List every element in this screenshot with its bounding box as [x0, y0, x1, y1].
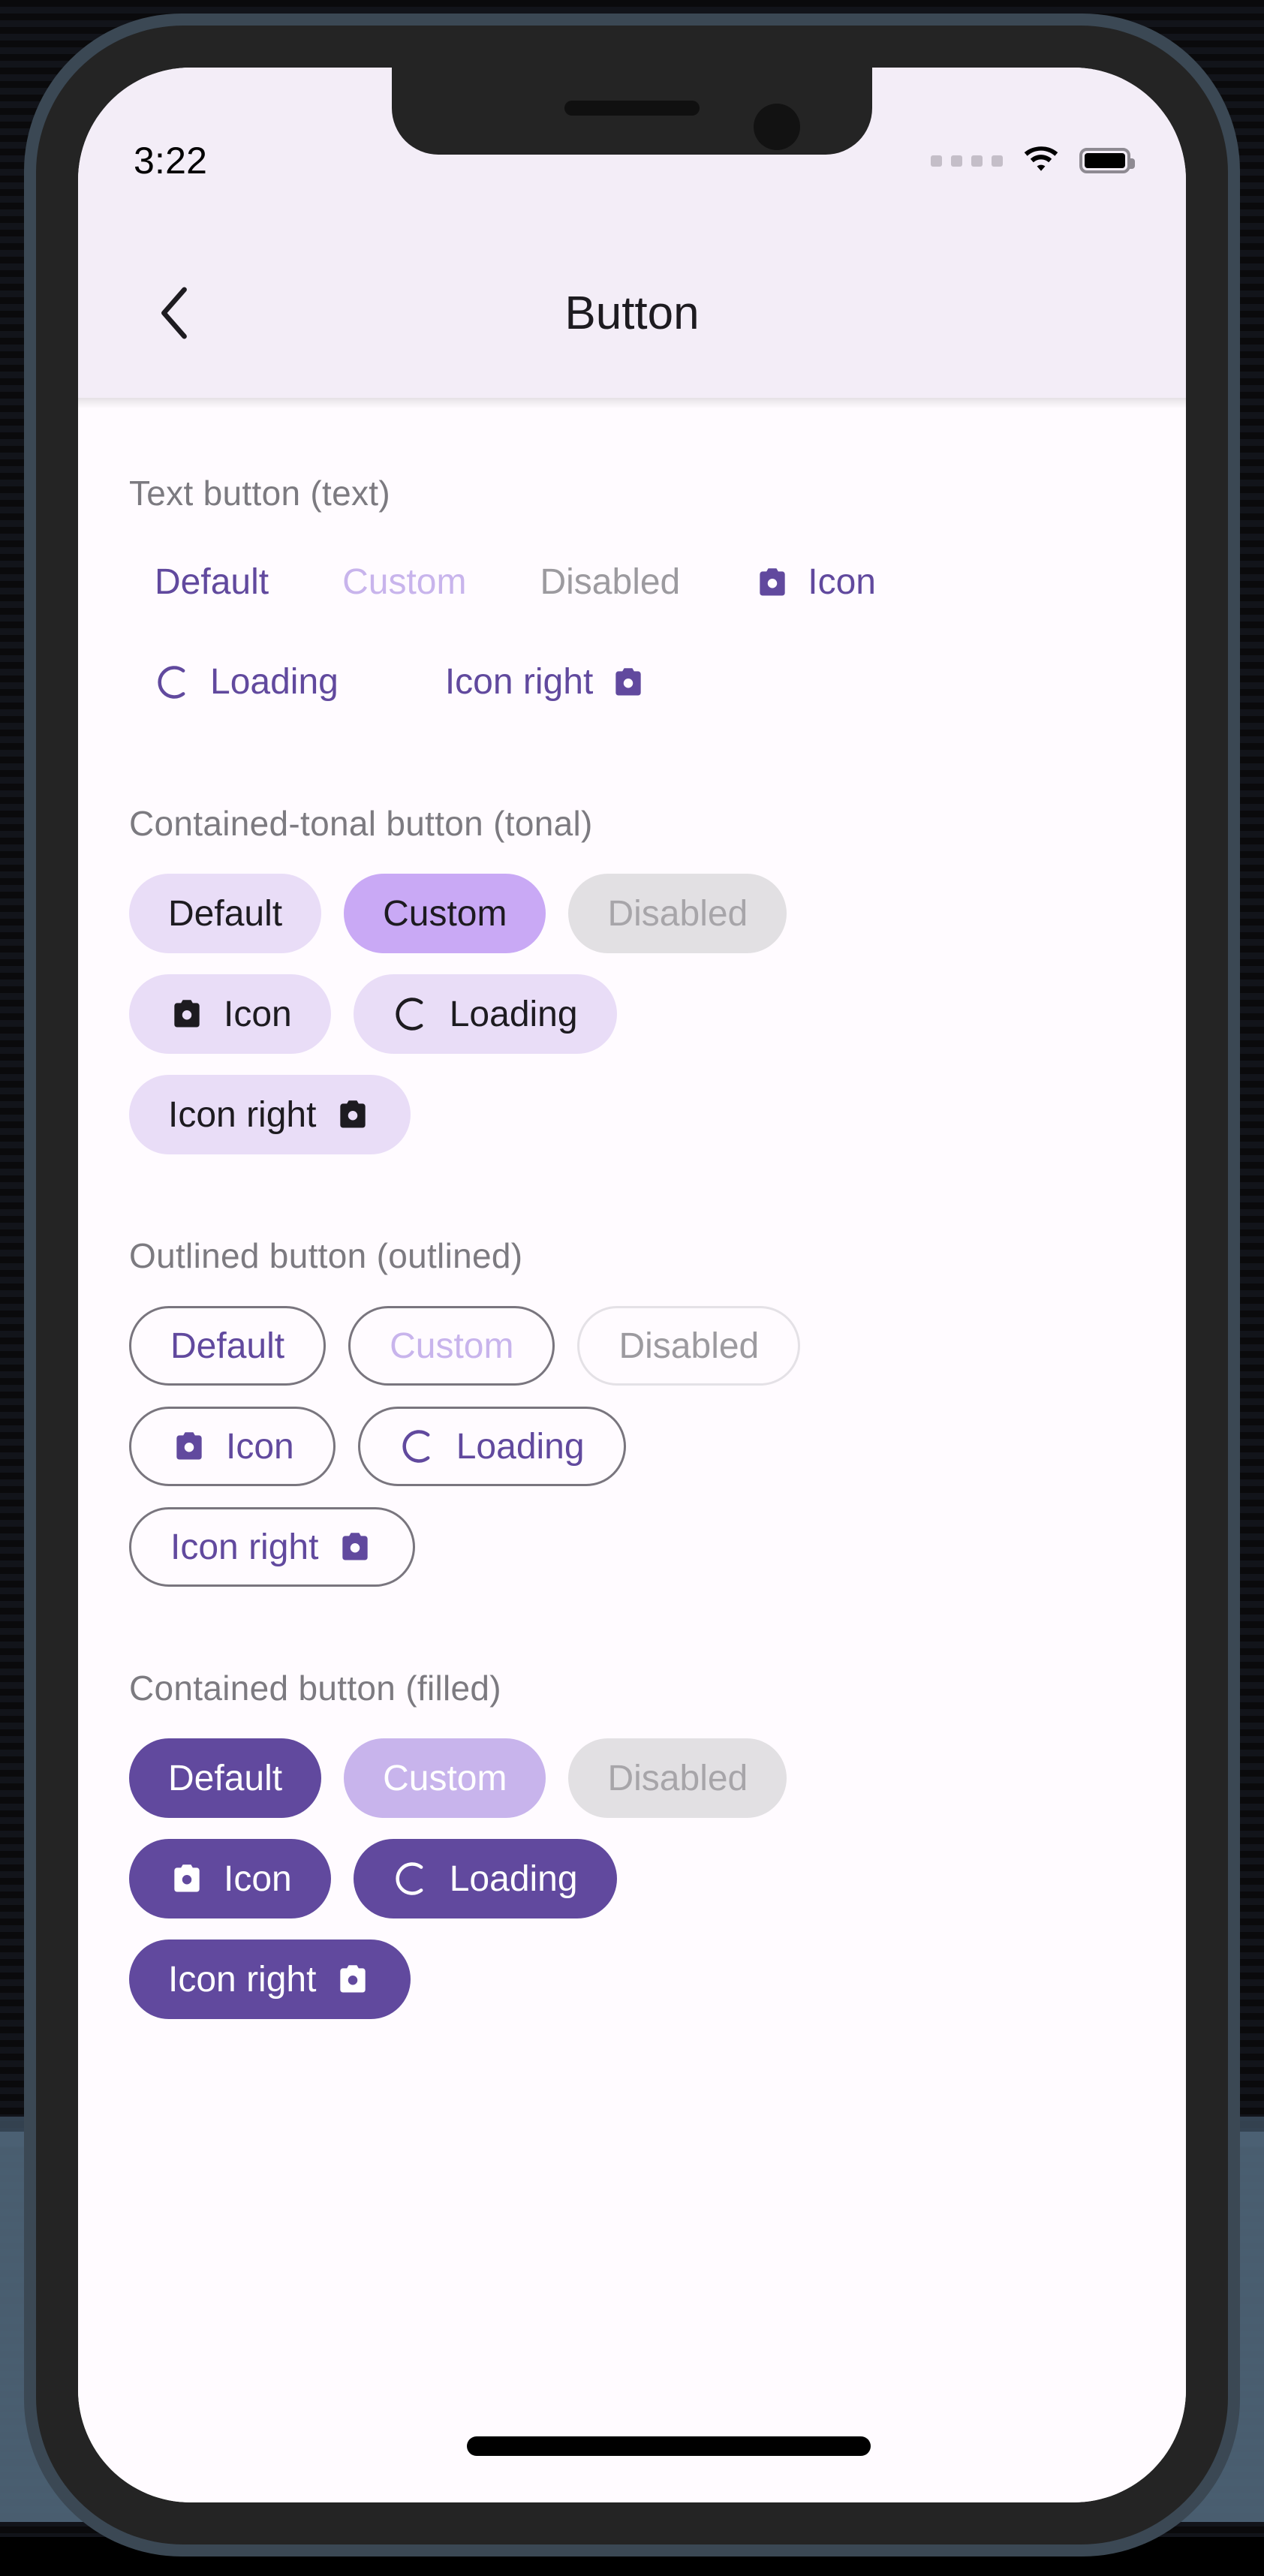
button-label: Default [168, 893, 283, 934]
status-bar-indicators [931, 146, 1135, 175]
button-label: Loading [210, 662, 339, 702]
button-label: Default [168, 1758, 283, 1798]
phone-frame: 3:22 Button Text button (text) Default C… [24, 14, 1240, 2556]
camera-icon [168, 1860, 206, 1897]
text-button-default[interactable]: Default [129, 542, 294, 622]
filled-button-loading[interactable]: Loading [353, 1839, 617, 1918]
section-title-text: Text button (text) [129, 474, 390, 513]
text-button-loading[interactable]: Loading [129, 642, 364, 722]
spinner-icon [393, 1859, 432, 1898]
text-button-disabled: Disabled [514, 542, 706, 622]
button-sections: Text button (text) Default Custom Disabled I… [78, 473, 1186, 2019]
button-label: Loading [449, 994, 578, 1034]
camera-icon [170, 1428, 208, 1465]
section-title-filled: Contained button (filled) [129, 1669, 501, 1708]
button-label: Icon right [170, 1527, 319, 1567]
button-label: Custom [383, 1758, 507, 1798]
outlined-button-disabled: Disabled [577, 1306, 801, 1386]
text-button-icon-right[interactable]: Icon right [420, 642, 673, 722]
phone-notch [392, 68, 872, 155]
button-label: Icon [224, 1858, 292, 1899]
camera-icon [336, 1528, 374, 1566]
button-label: Default [155, 562, 269, 602]
button-row: Icon Loading [129, 1839, 1135, 1918]
button-row: Default Custom Disabled Icon [129, 542, 1135, 622]
tonal-button-icon[interactable]: Icon [129, 974, 331, 1054]
button-label: Custom [342, 562, 467, 602]
signal-dots-icon [931, 155, 1003, 167]
content-scroll-area[interactable]: Text button (text) Default Custom Disabled I… [78, 473, 1186, 2502]
button-label: Icon [808, 562, 876, 602]
section-title-outlined: Outlined button (outlined) [129, 1236, 523, 1275]
section-text: Text button (text) Default Custom Disabled I… [129, 473, 1135, 722]
filled-button-icon-right[interactable]: Icon right [129, 1940, 411, 2019]
screenshot-root: 3:22 Button Text button (text) Default C… [0, 0, 1264, 2576]
button-label: Custom [383, 893, 507, 934]
button-row: Icon right [129, 1075, 1135, 1154]
camera-icon [754, 564, 791, 601]
app-bar: Button [78, 228, 1186, 398]
battery-full-icon [1079, 148, 1135, 173]
button-row: Icon right [129, 1940, 1135, 2019]
notch-speaker [564, 101, 700, 116]
outlined-button-default[interactable]: Default [129, 1306, 327, 1386]
phone-screen: 3:22 Button Text button (text) Default C… [78, 68, 1186, 2502]
camera-icon [334, 1096, 372, 1133]
camera-icon [609, 664, 647, 701]
camera-icon [334, 1961, 372, 1998]
button-row: Default Custom Disabled [129, 1306, 1135, 1386]
outlined-button-loading[interactable]: Loading [357, 1407, 626, 1486]
button-label: Disabled [618, 1326, 760, 1366]
text-button-icon[interactable]: Icon [728, 542, 901, 622]
section-tonal: Contained-tonal button (tonal) Default Cus… [129, 803, 1135, 1154]
button-label: Icon [226, 1426, 294, 1467]
text-button-custom[interactable]: Custom [317, 542, 492, 622]
filled-button-disabled: Disabled [568, 1738, 787, 1818]
camera-icon [168, 995, 206, 1033]
button-label: Icon right [444, 662, 594, 702]
button-label: Disabled [540, 562, 681, 602]
button-label: Default [170, 1326, 285, 1366]
button-label: Custom [390, 1326, 514, 1366]
spinner-icon [399, 1427, 438, 1466]
button-label: Icon [224, 994, 292, 1034]
button-label: Disabled [607, 1758, 748, 1798]
app-bar-shadow [78, 398, 1186, 408]
tonal-button-disabled: Disabled [568, 874, 787, 953]
filled-button-icon[interactable]: Icon [129, 1839, 331, 1918]
button-label: Disabled [607, 893, 748, 934]
section-outlined: Outlined button (outlined) Default Custom D… [129, 1235, 1135, 1587]
tonal-button-loading[interactable]: Loading [353, 974, 617, 1054]
outlined-button-custom[interactable]: Custom [348, 1306, 555, 1386]
home-indicator[interactable] [467, 2436, 871, 2456]
button-row: Icon Loading [129, 974, 1135, 1054]
button-row: Default Custom Disabled [129, 874, 1135, 953]
button-label: Loading [456, 1426, 585, 1467]
spinner-icon [393, 995, 432, 1034]
section-filled: Contained button (filled) Default Custom Di… [129, 1668, 1135, 2019]
spinner-icon [155, 663, 194, 702]
button-row: Icon Loading [129, 1407, 1135, 1486]
section-title-tonal: Contained-tonal button (tonal) [129, 804, 593, 843]
phone-bezel: 3:22 Button Text button (text) Default C… [36, 26, 1228, 2544]
button-label: Loading [449, 1858, 578, 1899]
filled-button-custom[interactable]: Custom [344, 1738, 546, 1818]
button-row: Default Custom Disabled [129, 1738, 1135, 1818]
outlined-button-icon-right[interactable]: Icon right [129, 1507, 416, 1587]
filled-button-default[interactable]: Default [129, 1738, 322, 1818]
page-title: Button [564, 287, 700, 339]
tonal-button-custom[interactable]: Custom [344, 874, 546, 953]
button-row: Loading Icon right [129, 642, 1135, 722]
button-label: Icon right [168, 1094, 317, 1135]
button-row: Icon right [129, 1507, 1135, 1587]
tonal-button-icon-right[interactable]: Icon right [129, 1075, 411, 1154]
wifi-icon [1022, 146, 1060, 175]
tonal-button-default[interactable]: Default [129, 874, 322, 953]
notch-front-camera [754, 104, 800, 150]
button-label: Icon right [168, 1959, 317, 2000]
outlined-button-icon[interactable]: Icon [129, 1407, 336, 1486]
status-bar-time: 3:22 [134, 140, 208, 182]
